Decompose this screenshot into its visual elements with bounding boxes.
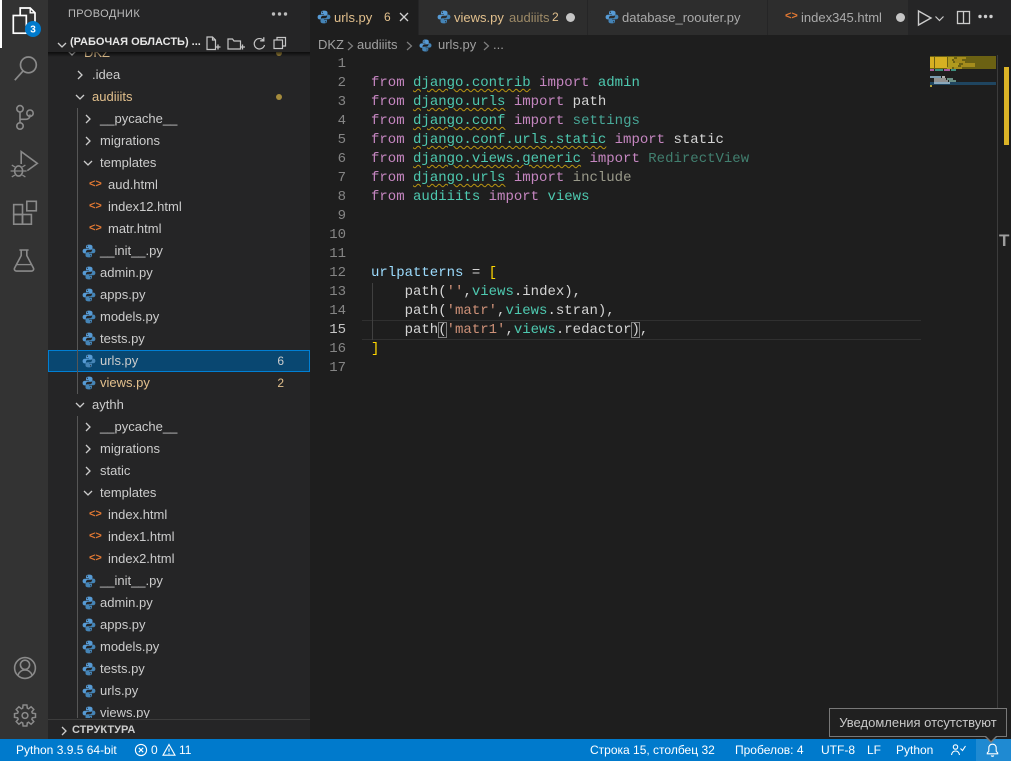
svg-text:3: 3: [30, 25, 36, 36]
